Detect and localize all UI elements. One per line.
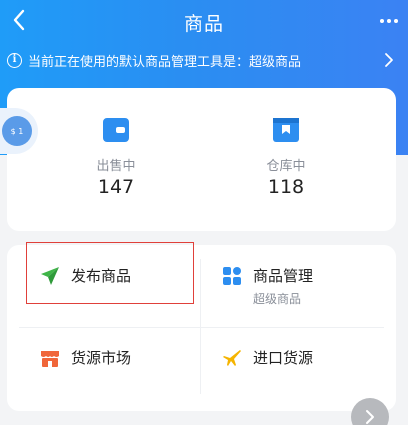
tool-sublabel: 超级商品 — [253, 292, 302, 306]
more-dots-icon — [380, 19, 384, 23]
import-supply-button[interactable]: 进口货源 — [222, 347, 313, 368]
assistant-icon: $ 1 — [2, 116, 32, 146]
stat-value: 147 — [97, 176, 135, 198]
wallet-icon — [103, 118, 129, 142]
warehouse-icon — [273, 118, 299, 142]
stat-label: 出售中 — [96, 159, 136, 174]
page-title: 商品 — [183, 13, 224, 35]
product-management-button[interactable]: 商品管理 超级商品 — [222, 265, 313, 307]
stat-on-sale[interactable]: 出售中 147 — [19, 88, 213, 231]
airplane-icon — [223, 350, 241, 366]
highlight-box — [26, 242, 194, 304]
more-button[interactable] — [376, 8, 402, 34]
stat-in-warehouse[interactable]: 仓库中 118 — [189, 88, 383, 231]
supply-market-button[interactable]: 货源市场 — [40, 347, 131, 368]
chevron-right-icon — [385, 53, 393, 67]
stat-label: 仓库中 — [266, 159, 306, 174]
tool-label: 进口货源 — [253, 349, 314, 367]
divider — [19, 327, 384, 328]
info-icon: i — [7, 52, 22, 68]
chevron-right-icon — [366, 410, 374, 424]
store-icon — [41, 351, 59, 367]
stats-card: 出售中 147 仓库中 118 — [7, 88, 396, 231]
notice-bar[interactable]: i 当前正在使用的默认商品管理工具是：超级商品 — [0, 46, 408, 74]
notice-text: 当前正在使用的默认商品管理工具是：超级商品 — [28, 54, 302, 70]
tool-label: 货源市场 — [71, 349, 132, 367]
tool-label: 商品管理 — [253, 267, 314, 285]
stat-value: 118 — [267, 176, 305, 198]
grid-icon — [223, 267, 241, 285]
